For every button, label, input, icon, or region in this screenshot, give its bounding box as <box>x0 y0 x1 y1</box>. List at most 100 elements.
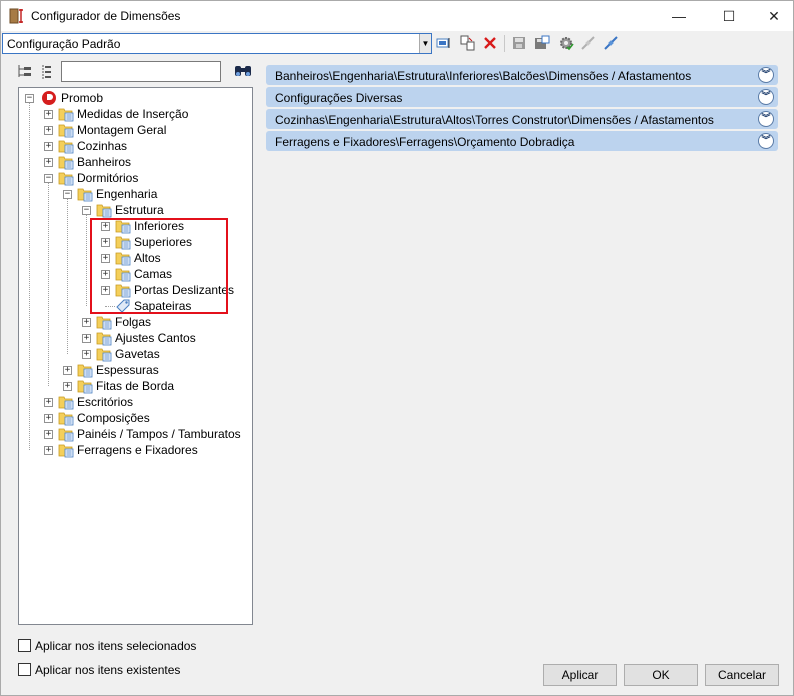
configurador-window: Configurador de Dimensões — ☐ ✕ Configur… <box>0 0 794 696</box>
folder-icon <box>77 378 93 394</box>
group-header-banheiros[interactable]: Banheiros\Engenharia\Estrutura\Inferiore… <box>266 65 778 85</box>
promob-logo-icon <box>42 91 56 105</box>
tree-node-label: Painéis / Tampos / Tamburatos <box>77 427 241 441</box>
tree-collapse-button[interactable] <box>39 63 57 81</box>
category-tree[interactable]: − Promob + Medidas de Inserção + Montagem G… <box>18 87 253 625</box>
tree-node-label: Ferragens e Fixadores <box>77 443 198 457</box>
apply-selected-checkbox[interactable] <box>18 639 31 652</box>
title-bar: Configurador de Dimensões — ☐ ✕ <box>1 1 793 31</box>
tree-node-label: Espessuras <box>96 363 159 377</box>
connect-icon <box>604 36 618 50</box>
expand-icon[interactable]: ︾ <box>758 111 774 127</box>
tree-connector <box>86 212 87 306</box>
maximize-icon: ☐ <box>722 7 736 24</box>
tree-connector <box>48 180 49 386</box>
folder-icon <box>58 410 74 426</box>
tree-node-label: Medidas de Inserção <box>77 107 189 121</box>
folder-icon <box>58 394 74 410</box>
expand-icon[interactable]: ︾ <box>758 89 774 105</box>
expand-icon[interactable]: + <box>82 318 91 327</box>
toolbar-separator <box>504 35 505 52</box>
expand-icon[interactable]: + <box>63 382 72 391</box>
group-title: Ferragens e Fixadores\Ferragens\Orçament… <box>275 135 575 149</box>
expand-icon[interactable]: + <box>44 430 53 439</box>
tree-node-label: Gavetas <box>115 347 160 361</box>
expand-icon[interactable]: + <box>44 142 53 151</box>
binoculars-icon <box>235 66 251 76</box>
folder-icon <box>58 442 74 458</box>
edit-config-button[interactable] <box>435 34 453 52</box>
folder-icon <box>96 346 112 362</box>
folder-icon <box>96 330 112 346</box>
app-icon <box>9 8 23 24</box>
connect-button[interactable] <box>602 34 620 52</box>
disconnect-button[interactable] <box>579 34 597 52</box>
tree-node-label: Fitas de Borda <box>96 379 175 393</box>
tree-connector <box>67 196 68 354</box>
expand-icon[interactable]: ︾ <box>758 67 774 83</box>
window-title: Configurador de Dimensões <box>31 9 181 23</box>
apply-existing-checkbox[interactable] <box>18 663 31 676</box>
tree-expand-button[interactable] <box>16 63 34 81</box>
tree-node-label: Promob <box>61 91 104 105</box>
copy-config-button[interactable] <box>459 34 477 52</box>
collapse-icon[interactable]: − <box>25 94 34 103</box>
collapse-icon[interactable]: − <box>82 206 91 215</box>
folder-icon <box>58 426 74 442</box>
apply-existing-label: Aplicar nos itens existentes <box>35 663 181 677</box>
expand-icon[interactable]: + <box>82 334 91 343</box>
folder-icon <box>58 138 74 154</box>
expand-icon[interactable]: + <box>44 158 53 167</box>
group-title: Cozinhas\Engenharia\Estrutura\Altos\Torr… <box>275 113 714 127</box>
tree-view-icon <box>18 65 31 77</box>
tree-node-label: Banheiros <box>77 155 132 169</box>
tree-node-label: Composições <box>77 411 150 425</box>
tree-node-label: Dormitórios <box>77 171 139 185</box>
group-title: Banheiros\Engenharia\Estrutura\Inferiore… <box>275 69 692 83</box>
list-view-icon <box>42 65 51 79</box>
expand-icon[interactable]: + <box>82 350 91 359</box>
maximize-button[interactable]: ☐ <box>706 1 752 31</box>
folder-icon <box>58 154 74 170</box>
expand-icon[interactable]: + <box>44 398 53 407</box>
group-header-ferragens[interactable]: Ferragens e Fixadores\Ferragens\Orçament… <box>266 131 778 151</box>
collapse-icon[interactable]: − <box>63 190 72 199</box>
expand-icon[interactable]: + <box>44 446 53 455</box>
tree-search-input[interactable] <box>61 61 221 82</box>
save-as-icon <box>535 35 550 49</box>
edit-config-icon <box>436 38 450 48</box>
folder-icon <box>96 314 112 330</box>
minimize-button[interactable]: — <box>656 1 702 31</box>
delete-button[interactable] <box>481 34 499 52</box>
ok-button[interactable]: OK <box>624 664 698 686</box>
expand-icon[interactable]: + <box>63 366 72 375</box>
delete-icon <box>484 37 496 49</box>
save-button[interactable] <box>510 34 528 52</box>
save-as-button[interactable] <box>533 34 551 52</box>
tree-node-label: Escritórios <box>77 395 134 409</box>
cancel-button[interactable]: Cancelar <box>705 664 779 686</box>
settings-button[interactable] <box>557 34 575 52</box>
expand-icon[interactable]: + <box>44 414 53 423</box>
config-select-value: Configuração Padrão <box>7 37 121 51</box>
expand-icon[interactable]: + <box>44 126 53 135</box>
tree-node-label: Folgas <box>115 315 152 329</box>
expand-icon[interactable]: ︾ <box>758 133 774 149</box>
tree-node-label: Cozinhas <box>77 139 128 153</box>
apply-button[interactable]: Aplicar <box>543 664 617 686</box>
collapse-icon[interactable]: − <box>44 174 53 183</box>
highlight-box <box>90 218 228 314</box>
close-button[interactable]: ✕ <box>751 1 794 31</box>
copy-config-icon <box>460 35 475 51</box>
group-header-configuracoes[interactable]: Configurações Diversas ︾ <box>266 87 778 107</box>
group-header-cozinhas[interactable]: Cozinhas\Engenharia\Estrutura\Altos\Torr… <box>266 109 778 129</box>
disconnect-icon <box>581 36 595 50</box>
config-select[interactable]: Configuração Padrão ▼ <box>2 33 432 54</box>
search-button[interactable] <box>233 62 253 80</box>
close-icon: ✕ <box>768 7 780 24</box>
group-title: Configurações Diversas <box>275 91 403 105</box>
tree-node-label: Estrutura <box>115 203 164 217</box>
apply-selected-label: Aplicar nos itens selecionados <box>35 639 197 653</box>
expand-icon[interactable]: + <box>44 110 53 119</box>
chevron-down-icon[interactable]: ▼ <box>419 34 431 53</box>
